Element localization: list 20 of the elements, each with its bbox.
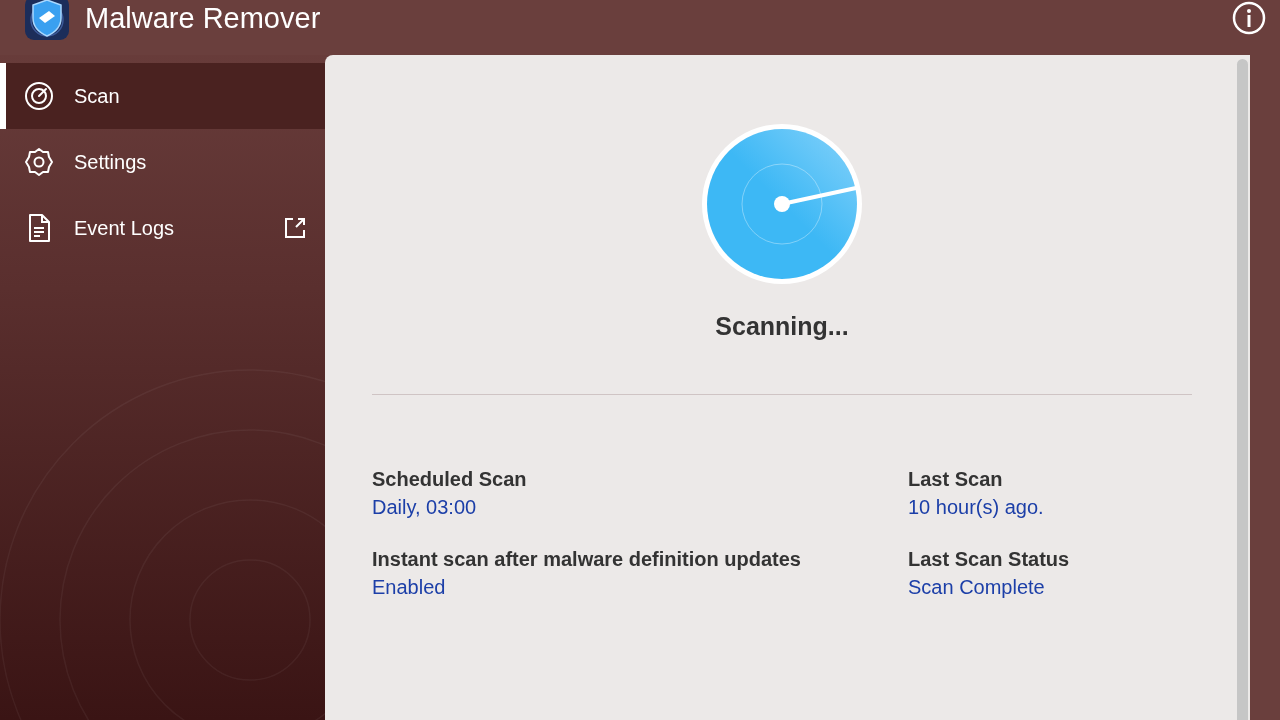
radar-scan-icon bbox=[700, 122, 864, 286]
sidebar-item[interactable]: Settings bbox=[0, 129, 325, 195]
radar-icon bbox=[24, 81, 54, 111]
info-value: 10 hour(s) ago. bbox=[908, 495, 1045, 520]
settings-icon bbox=[24, 147, 54, 177]
info-label: Last Scan bbox=[908, 467, 1004, 492]
info-value: Scan Complete bbox=[908, 575, 1046, 600]
info-label: Last Scan Status bbox=[908, 547, 1071, 572]
info-value: Enabled bbox=[372, 575, 447, 600]
scan-status: Scanning... bbox=[715, 312, 849, 341]
sidebar-item[interactable]: Scan bbox=[0, 63, 325, 129]
info-icon[interactable] bbox=[1232, 1, 1266, 35]
info-value: Daily, 03:00 bbox=[372, 495, 478, 520]
info-label: Instant scan after malware definition updates bbox=[372, 547, 802, 572]
sidebar-item[interactable]: Event Logs bbox=[0, 195, 325, 261]
scrollbar[interactable] bbox=[1237, 59, 1248, 720]
info-label: Scheduled Scan bbox=[372, 467, 528, 492]
shield-logo-icon bbox=[25, 0, 69, 40]
external-link-icon[interactable] bbox=[283, 216, 307, 240]
app-title: Malware Remover bbox=[85, 1, 321, 36]
